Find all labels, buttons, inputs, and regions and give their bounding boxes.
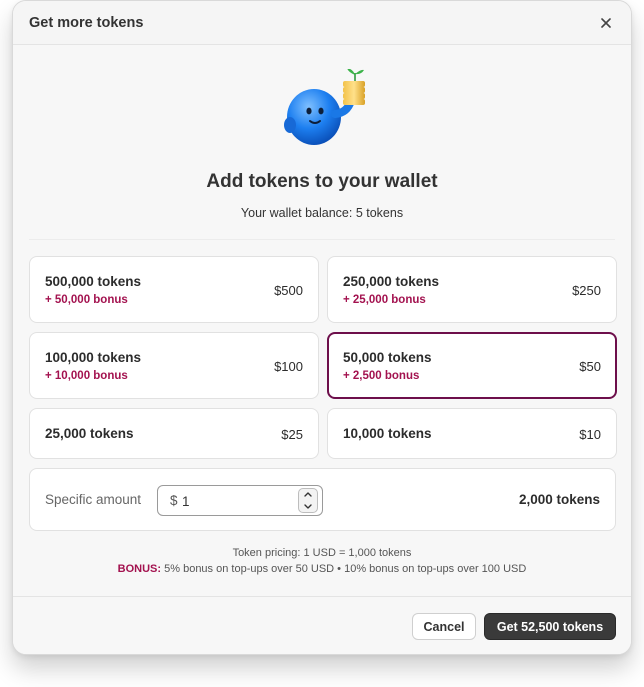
decrement-button[interactable] (299, 501, 317, 513)
dialog-title: Get more tokens (29, 14, 144, 31)
page-title: Add tokens to your wallet (206, 171, 438, 192)
dialog-footer: Cancel Get 52,500 tokens (13, 596, 631, 654)
option-price: $50 (579, 359, 601, 374)
option-price: $100 (274, 359, 303, 374)
dialog-header: Get more tokens (13, 1, 631, 45)
option-price: $250 (572, 283, 601, 298)
get-tokens-dialog: Get more tokens Add tokens to your walle… (12, 0, 632, 655)
chevron-up-icon (304, 492, 312, 497)
option-bonus: + 2,500 bonus (343, 370, 420, 382)
increment-button[interactable] (299, 489, 317, 501)
option-tokens: 500,000 tokens (45, 274, 142, 289)
wallet-balance: Your wallet balance: 5 tokens (240, 206, 404, 220)
option-price: $500 (274, 283, 303, 298)
option-tokens: 10,000 tokens (343, 426, 432, 441)
option-tokens: 50,000 tokens (343, 350, 432, 365)
get-tokens-button[interactable]: Get 52,500 tokens (484, 613, 616, 640)
cancel-button[interactable]: Cancel (412, 613, 476, 640)
bonus-info: BONUS: 5% bonus on top-ups over 50 USD •… (13, 563, 631, 575)
close-icon (601, 17, 611, 28)
mascot-illustration (284, 69, 365, 145)
option-bonus: + 50,000 bonus (45, 294, 128, 306)
option-tokens: 250,000 tokens (343, 274, 440, 289)
specific-amount-label: Specific amount (45, 492, 142, 507)
token-option-10000[interactable]: 10,000 tokens $10 (327, 408, 617, 459)
option-price: $25 (281, 427, 303, 442)
option-bonus: + 25,000 bonus (343, 294, 426, 306)
bonus-label: BONUS: (117, 563, 162, 575)
token-option-250000[interactable]: 250,000 tokens + 25,000 bonus $250 (327, 256, 617, 323)
option-price: $10 (579, 427, 601, 442)
specific-amount-result: 2,000 tokens (518, 492, 600, 507)
amount-input[interactable] (182, 492, 292, 510)
token-option-25000[interactable]: 25,000 tokens $25 (29, 408, 319, 459)
token-pricing-text: Token pricing: 1 USD = 1,000 tokens (232, 547, 412, 559)
token-option-100000[interactable]: 100,000 tokens + 10,000 bonus $100 (29, 332, 319, 399)
amount-stepper[interactable] (298, 488, 318, 513)
token-option-500000[interactable]: 500,000 tokens + 50,000 bonus $500 (29, 256, 319, 323)
bonus-text: 5% bonus on top-ups over 50 USD • 10% bo… (164, 563, 527, 575)
amount-field[interactable]: $ (157, 485, 323, 516)
divider (29, 239, 615, 240)
currency-symbol: $ (170, 493, 178, 508)
option-tokens: 100,000 tokens (45, 350, 142, 365)
close-button[interactable] (596, 13, 616, 33)
specific-amount-row: Specific amount $ 2,000 tokens (29, 468, 616, 531)
option-bonus: + 10,000 bonus (45, 370, 128, 382)
option-tokens: 25,000 tokens (45, 426, 134, 441)
chevron-down-icon (304, 504, 312, 509)
token-option-50000-selected[interactable]: 50,000 tokens + 2,500 bonus $50 (327, 332, 617, 399)
